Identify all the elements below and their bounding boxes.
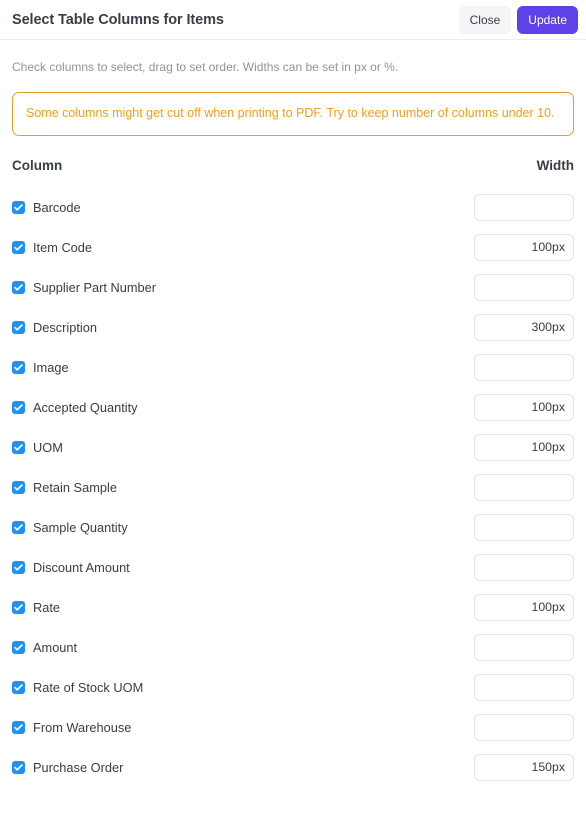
column-label: Supplier Part Number	[33, 279, 157, 295]
column-label: Sample Quantity	[33, 519, 128, 535]
column-width-input[interactable]	[474, 393, 574, 421]
column-header-width: Width	[536, 158, 574, 174]
column-checkbox[interactable]	[12, 360, 25, 374]
table-row: Item Code	[12, 227, 574, 267]
modal-header: Select Table Columns for Items Close Upd…	[0, 0, 586, 40]
column-width-input[interactable]	[474, 633, 574, 661]
column-checkbox[interactable]	[12, 240, 25, 254]
column-checkbox[interactable]	[12, 640, 25, 654]
table-row: Purchase Order	[12, 747, 574, 787]
page-title: Select Table Columns for Items	[12, 11, 224, 28]
column-width-input[interactable]	[474, 593, 574, 621]
column-width-input[interactable]	[474, 473, 574, 501]
column-checkbox[interactable]	[12, 440, 25, 454]
column-checkbox[interactable]	[12, 480, 25, 494]
column-width-input[interactable]	[474, 753, 574, 781]
update-button[interactable]: Update	[517, 5, 578, 34]
table-row: Amount	[12, 627, 574, 667]
table-row: Discount Amount	[12, 547, 574, 587]
column-width-input[interactable]	[474, 353, 574, 381]
column-checkbox[interactable]	[12, 400, 25, 414]
column-checkbox[interactable]	[12, 520, 25, 534]
row-left: Rate	[12, 600, 474, 615]
close-button[interactable]: Close	[458, 5, 512, 34]
table-row: Description	[12, 307, 574, 347]
row-left: Amount	[12, 640, 474, 655]
column-width-input[interactable]	[474, 313, 574, 341]
pdf-warning-alert: Some columns might get cut off when prin…	[12, 91, 574, 137]
column-label: Item Code	[33, 239, 93, 255]
column-checkbox[interactable]	[12, 280, 25, 294]
column-label: Rate of Stock UOM	[33, 679, 144, 695]
column-width-input[interactable]	[474, 513, 574, 541]
row-left: Discount Amount	[12, 560, 474, 575]
column-checkbox[interactable]	[12, 200, 25, 214]
select-table-columns-modal: Select Table Columns for Items Close Upd…	[0, 0, 586, 787]
row-left: Rate of Stock UOM	[12, 680, 474, 695]
column-checkbox[interactable]	[12, 560, 25, 574]
row-left: UOM	[12, 440, 474, 455]
table-row: Supplier Part Number	[12, 267, 574, 307]
column-width-input[interactable]	[474, 713, 574, 741]
row-left: Supplier Part Number	[12, 280, 474, 295]
column-label: Description	[33, 319, 98, 335]
table-row: Image	[12, 347, 574, 387]
row-left: Barcode	[12, 200, 474, 215]
column-checkbox[interactable]	[12, 720, 25, 734]
column-width-input[interactable]	[474, 193, 574, 221]
column-checkbox[interactable]	[12, 320, 25, 334]
row-left: Item Code	[12, 240, 474, 255]
column-width-input[interactable]	[474, 433, 574, 461]
row-left: From Warehouse	[12, 720, 474, 735]
column-width-input[interactable]	[474, 673, 574, 701]
table-row: Rate	[12, 587, 574, 627]
row-left: Image	[12, 360, 474, 375]
modal-body: Check columns to select, drag to set ord…	[0, 59, 586, 787]
table-header-row: Column Width	[12, 158, 574, 187]
table-row: Accepted Quantity	[12, 387, 574, 427]
table-row: From Warehouse	[12, 707, 574, 747]
table-row: Sample Quantity	[12, 507, 574, 547]
header-actions: Close Update	[458, 5, 578, 34]
column-label: Amount	[33, 639, 78, 655]
columns-row-list: Barcode Item Code Supplier Part Number Desc…	[12, 187, 574, 787]
row-left: Retain Sample	[12, 480, 474, 495]
column-width-input[interactable]	[474, 553, 574, 581]
column-label: Rate	[33, 599, 61, 615]
column-width-input[interactable]	[474, 233, 574, 261]
column-label: From Warehouse	[33, 719, 132, 735]
row-left: Purchase Order	[12, 760, 474, 775]
column-label: Purchase Order	[33, 759, 124, 775]
column-label: Accepted Quantity	[33, 399, 138, 415]
row-left: Sample Quantity	[12, 520, 474, 535]
row-left: Description	[12, 320, 474, 335]
column-label: Discount Amount	[33, 559, 130, 575]
column-width-input[interactable]	[474, 273, 574, 301]
column-header-column: Column	[12, 158, 63, 174]
column-checkbox[interactable]	[12, 600, 25, 614]
column-label: Retain Sample	[33, 479, 117, 495]
table-row: Barcode	[12, 187, 574, 227]
table-row: Rate of Stock UOM	[12, 667, 574, 707]
instructions-text: Check columns to select, drag to set ord…	[12, 60, 399, 74]
column-checkbox[interactable]	[12, 680, 25, 694]
table-row: Retain Sample	[12, 467, 574, 507]
column-label: UOM	[33, 439, 63, 455]
columns-table: Column Width Barcode Item Code Supplier Pa…	[12, 158, 574, 787]
column-label: Image	[33, 359, 69, 375]
column-label: Barcode	[33, 199, 81, 215]
row-left: Accepted Quantity	[12, 400, 474, 415]
column-checkbox[interactable]	[12, 760, 25, 774]
table-row: UOM	[12, 427, 574, 467]
